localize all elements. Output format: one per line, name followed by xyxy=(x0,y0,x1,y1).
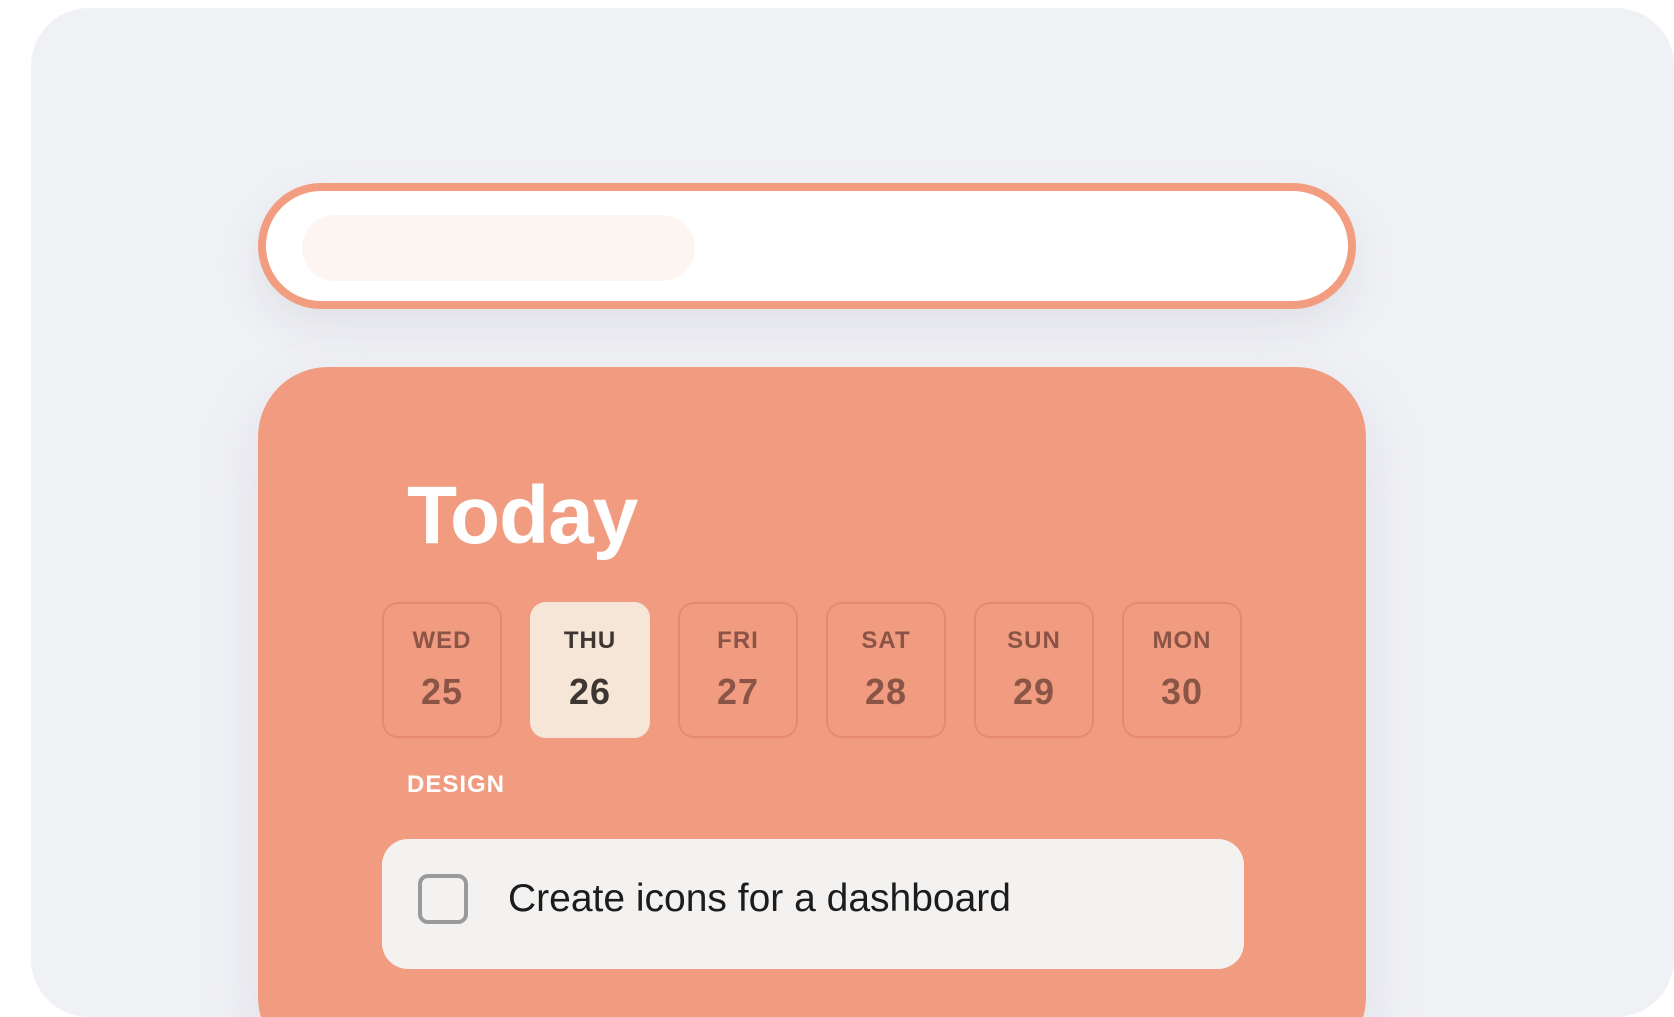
day-thu[interactable]: THU 26 xyxy=(530,602,650,738)
day-name: FRI xyxy=(717,627,759,654)
day-fri[interactable]: FRI 27 xyxy=(678,602,798,738)
day-selector: WED 25 THU 26 FRI 27 SAT 28 SUN 29 MON 3… xyxy=(382,602,1242,738)
day-number: 26 xyxy=(568,671,612,712)
day-sun[interactable]: SUN 29 xyxy=(974,602,1094,738)
day-number: 28 xyxy=(864,671,908,712)
search-bar[interactable] xyxy=(258,183,1356,309)
checkbox-icon[interactable] xyxy=(418,874,468,924)
day-number: 29 xyxy=(1012,671,1056,712)
app-frame: Today WED 25 THU 26 FRI 27 SAT 28 SUN 29 xyxy=(31,8,1674,1017)
day-number: 25 xyxy=(420,671,464,712)
day-sat[interactable]: SAT 28 xyxy=(826,602,946,738)
search-placeholder-pill xyxy=(302,215,695,281)
day-name: WED xyxy=(412,627,472,654)
day-number: 30 xyxy=(1160,671,1204,712)
task-item[interactable]: Create icons for a dashboard xyxy=(382,839,1244,969)
section-label-design: DESIGN xyxy=(407,771,506,798)
day-name: SAT xyxy=(861,627,911,654)
day-name: SUN xyxy=(1007,627,1061,654)
task-text: Create icons for a dashboard xyxy=(508,877,1011,920)
page-title: Today xyxy=(407,470,638,561)
day-wed[interactable]: WED 25 xyxy=(382,602,502,738)
today-card: Today WED 25 THU 26 FRI 27 SAT 28 SUN 29 xyxy=(258,367,1366,1017)
day-number: 27 xyxy=(716,671,760,712)
day-mon[interactable]: MON 30 xyxy=(1122,602,1242,738)
day-name: THU xyxy=(563,627,617,654)
day-name: MON xyxy=(1152,627,1212,654)
